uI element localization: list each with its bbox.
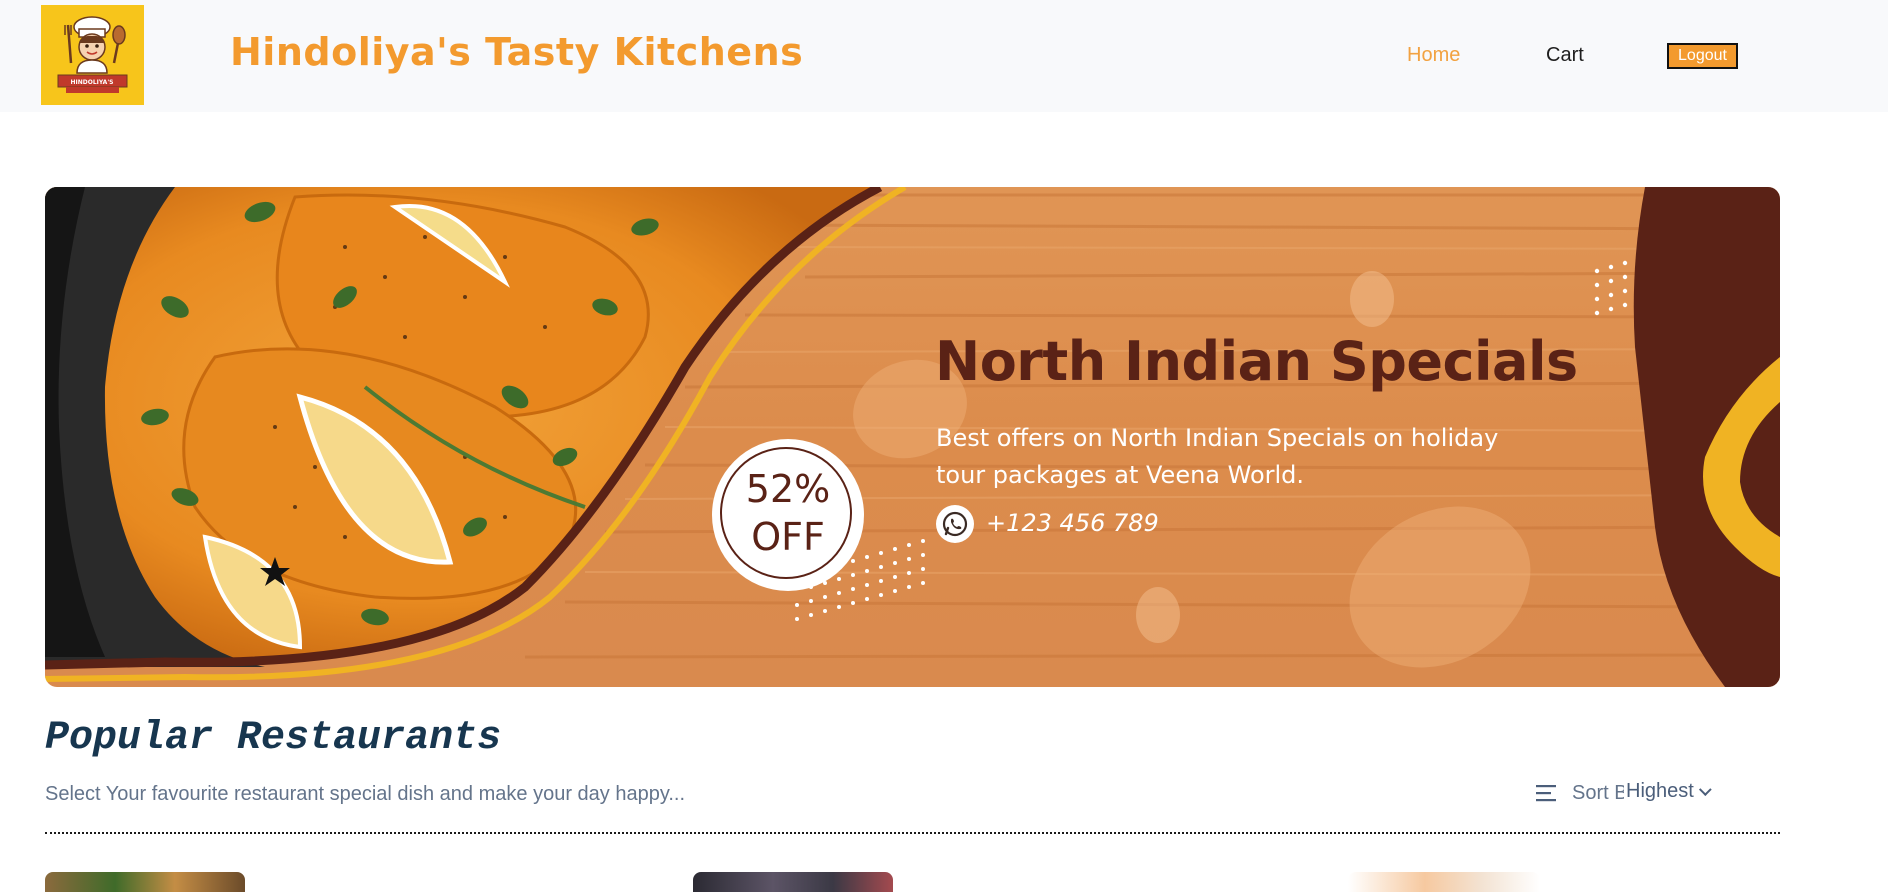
discount-badge: 52% OFF: [712, 439, 864, 591]
restaurant-card-thumbnail[interactable]: [1348, 872, 1540, 892]
brand-title: Hindoliya's Tasty Kitchens: [230, 30, 804, 74]
banner-description: Best offers on North Indian Specials on …: [936, 424, 1499, 489]
whatsapp-icon: [936, 505, 974, 543]
restaurant-card-thumbnail[interactable]: [693, 872, 893, 892]
section-divider: [45, 832, 1780, 834]
top-navbar: HINDOLIYA'S Hindoliya's Tasty Kitchens H…: [0, 0, 1888, 112]
section-subtitle: Select Your favourite restaurant special…: [45, 783, 686, 805]
chef-logo-icon: HINDOLIYA'S: [41, 5, 144, 105]
discount-off-label: OFF: [751, 515, 825, 559]
logo[interactable]: HINDOLIYA'S: [41, 5, 144, 105]
nav-home-link[interactable]: Home: [1407, 44, 1460, 67]
logo-text: HINDOLIYA'S: [71, 79, 114, 86]
banner-phone: +123 456 789: [986, 509, 1159, 537]
sort-lines-icon[interactable]: [1536, 784, 1556, 802]
banner-title: North Indian Specials: [935, 330, 1578, 393]
chevron-down-icon: [1698, 783, 1712, 797]
logout-button[interactable]: Logout: [1667, 43, 1738, 69]
sort-label: Sort By: [1572, 782, 1624, 804]
restaurant-card-thumbnail[interactable]: [45, 872, 245, 892]
sort-selected-value: Highest: [1626, 780, 1694, 802]
section-title: Popular Restaurants: [45, 716, 502, 761]
promo-banner[interactable]: 52% OFF North Indian Specials Best offer…: [45, 187, 1780, 687]
nav-cart-link[interactable]: Cart: [1546, 44, 1584, 67]
discount-percent: 52%: [745, 467, 831, 511]
sort-select[interactable]: Highest: [1626, 780, 1712, 803]
